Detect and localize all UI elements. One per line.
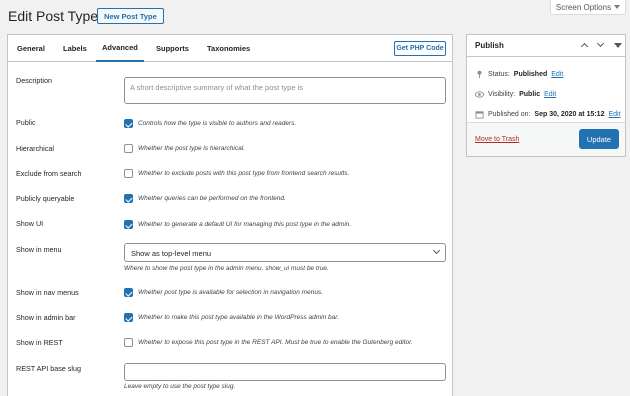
- show-ui-checkbox[interactable]: [124, 220, 133, 229]
- exclude-from-search-checkbox[interactable]: [124, 169, 133, 178]
- tab-general[interactable]: General: [17, 35, 45, 62]
- show-in-nav-menus-label: Show in nav menus: [16, 288, 79, 297]
- show-in-nav-menus-checkbox[interactable]: [124, 288, 133, 297]
- publicly-queryable-label: Publicly queryable: [16, 194, 75, 203]
- publish-actions: Move to Trash Update: [467, 122, 625, 156]
- chevron-up-icon[interactable]: [580, 42, 589, 51]
- status-row: Status: Published Edit: [475, 70, 563, 79]
- show-in-menu-value: Show as top-level menu: [131, 248, 212, 258]
- hierarchical-checkbox[interactable]: [124, 144, 133, 153]
- published-on-edit-link[interactable]: Edit: [608, 111, 620, 118]
- visibility-row: Visibility: Public Edit: [475, 90, 556, 99]
- page-title: Edit Post Type: [8, 8, 99, 24]
- hierarchical-description: Whether the post type is hierarchical.: [138, 145, 245, 152]
- show-in-nav-menus-description: Whether post type is available for selec…: [138, 289, 323, 296]
- show-in-menu-label: Show in menu: [16, 245, 62, 254]
- published-on-value: Sep 30, 2020 at 15:12: [534, 111, 605, 118]
- status-value: Published: [513, 71, 548, 78]
- publish-box-header: Publish: [467, 35, 625, 57]
- public-checkbox[interactable]: [124, 119, 133, 128]
- tab-labels[interactable]: Labels: [63, 35, 87, 62]
- description-label: Description: [16, 76, 52, 85]
- tab-taxonomies[interactable]: Taxonomies: [207, 35, 250, 62]
- chevron-down-icon[interactable]: [596, 39, 605, 48]
- show-in-menu-description: Where to show the post type in the admin…: [124, 265, 329, 272]
- show-in-rest-label: Show in REST: [16, 338, 63, 347]
- description-textarea[interactable]: A short descriptive summary of what the …: [124, 77, 446, 104]
- show-in-rest-description: Whether to expose this post type in the …: [138, 339, 413, 346]
- exclude-from-search-label: Exclude from search: [16, 169, 82, 178]
- exclude-from-search-description: Whether to exclude posts with this post …: [138, 170, 350, 177]
- publicly-queryable-description: Whether queries can be performed on the …: [138, 195, 286, 202]
- screen-options-label: Screen Options: [555, 2, 612, 12]
- new-post-type-button[interactable]: New Post Type: [97, 8, 164, 24]
- show-in-admin-bar-description: Whether to make this post type available…: [138, 314, 339, 321]
- tab-advanced[interactable]: Advanced: [96, 35, 144, 62]
- rest-api-base-slug-description: Leave empty to use the post type slug.: [124, 383, 236, 390]
- visibility-label: Visibility:: [488, 91, 516, 98]
- tab-bar: General Labels Advanced Supports Taxonom…: [8, 35, 452, 62]
- show-in-admin-bar-checkbox[interactable]: [124, 313, 133, 322]
- eye-icon: [475, 91, 484, 98]
- show-ui-description: Whether to generate a default UI for man…: [138, 221, 352, 228]
- toggle-panel-icon[interactable]: [614, 43, 622, 48]
- pin-icon: [477, 70, 482, 79]
- visibility-value: Public: [519, 91, 541, 98]
- rest-api-base-slug-input[interactable]: [124, 363, 446, 381]
- public-description: Controls how the type is visible to auth…: [138, 120, 297, 127]
- move-to-trash-link[interactable]: Move to Trash: [475, 136, 519, 143]
- post-type-settings-panel: General Labels Advanced Supports Taxonom…: [7, 34, 453, 396]
- chevron-down-icon: [432, 246, 441, 255]
- status-label: Status:: [488, 71, 510, 78]
- calendar-icon: [475, 111, 484, 119]
- screen-options-button[interactable]: Screen Options: [550, 0, 626, 15]
- show-ui-label: Show UI: [16, 219, 44, 228]
- published-on-label: Published on:: [488, 111, 531, 118]
- show-in-menu-select[interactable]: Show as top-level menu: [124, 243, 446, 262]
- rest-api-base-slug-label: REST API base slug: [16, 364, 81, 373]
- published-on-row: Published on: Sep 30, 2020 at 15:12 Edit: [475, 110, 621, 119]
- description-placeholder: A short descriptive summary of what the …: [130, 83, 303, 92]
- publicly-queryable-checkbox[interactable]: [124, 194, 133, 203]
- visibility-edit-link[interactable]: Edit: [544, 91, 556, 98]
- get-php-code-button[interactable]: Get PHP Code: [394, 41, 446, 56]
- tab-supports[interactable]: Supports: [156, 35, 189, 62]
- public-label: Public: [16, 118, 36, 127]
- publish-box: Publish Status: Published Edit Visibilit…: [466, 34, 626, 157]
- status-edit-link[interactable]: Edit: [551, 71, 563, 78]
- show-in-rest-checkbox[interactable]: [124, 338, 133, 347]
- show-in-admin-bar-label: Show in admin bar: [16, 313, 76, 322]
- caret-down-icon: [614, 5, 621, 9]
- hierarchical-label: Hierarchical: [16, 144, 54, 153]
- publish-box-title: Publish: [475, 41, 504, 50]
- update-button[interactable]: Update: [579, 129, 619, 149]
